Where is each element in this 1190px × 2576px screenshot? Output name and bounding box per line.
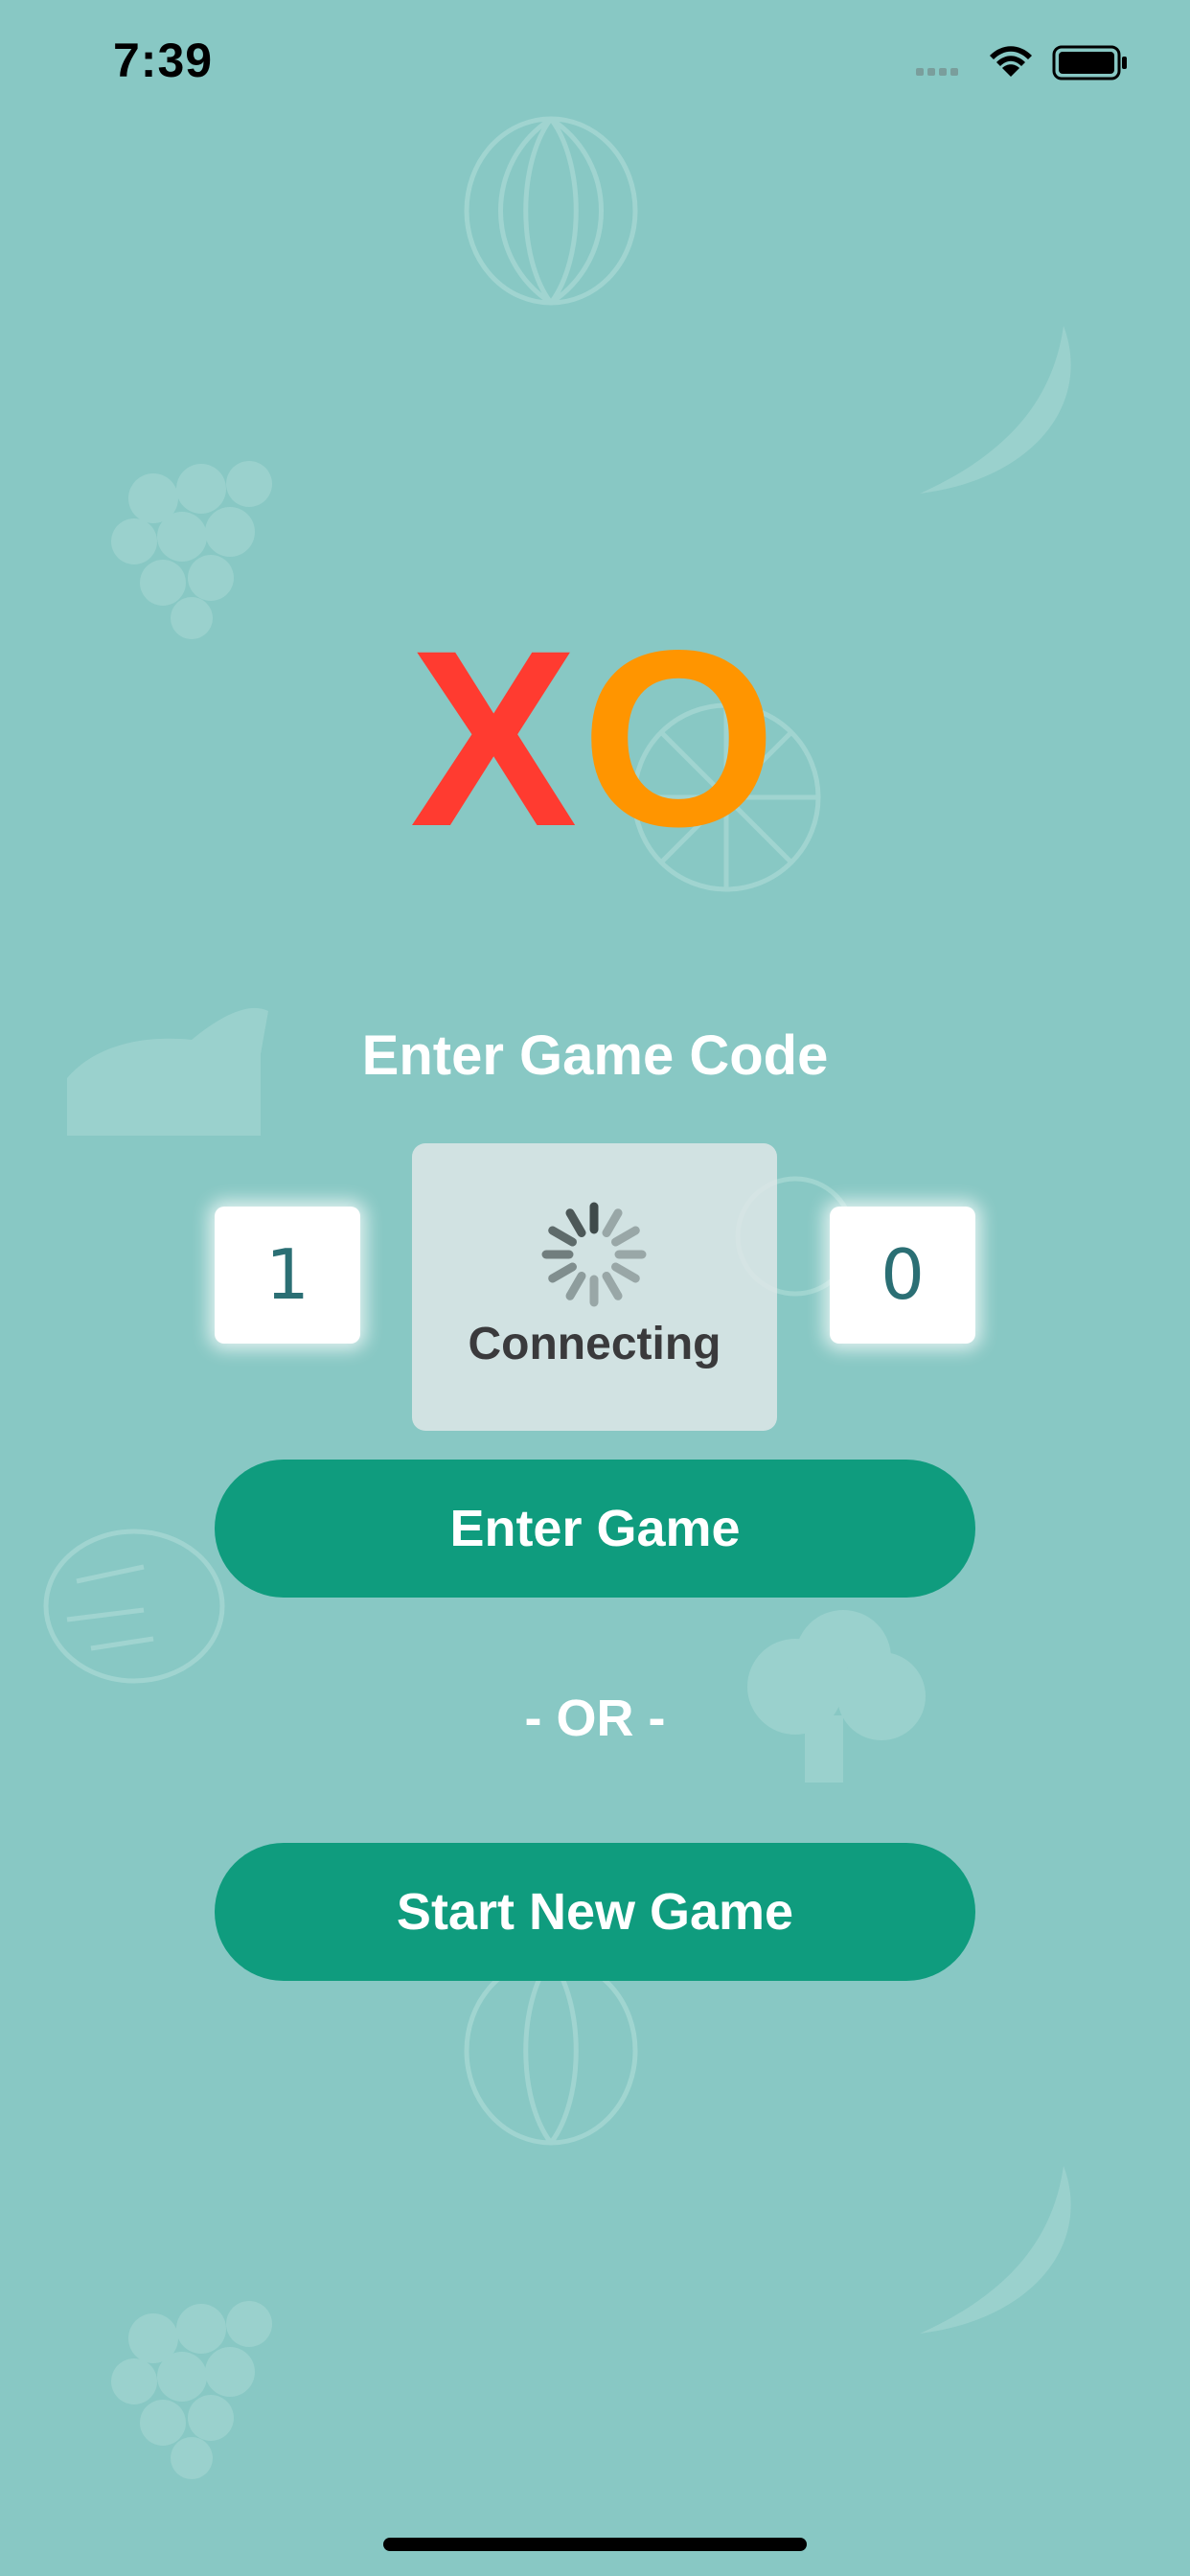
status-time: 7:39: [113, 34, 214, 87]
game-code-digit-1[interactable]: 1: [215, 1207, 360, 1344]
banana-icon: [920, 2166, 1071, 2334]
watermelon-icon: [464, 1956, 638, 2146]
start-new-game-button[interactable]: Start New Game: [215, 1843, 975, 1981]
signal-icon: [916, 68, 958, 76]
spinner-icon: [541, 1202, 647, 1307]
xo-logo: XO: [0, 613, 1190, 864]
connecting-hud: Connecting: [412, 1143, 777, 1431]
enter-game-code-heading: Enter Game Code: [361, 1024, 829, 1087]
enter-game-button[interactable]: Enter Game: [215, 1460, 975, 1598]
melon-slice-icon: [43, 1529, 225, 1684]
status-bar: 7:39: [0, 0, 1190, 134]
or-divider: - OR -: [524, 1690, 666, 1747]
banana-icon: [920, 326, 1071, 494]
game-code-digit-4[interactable]: 0: [830, 1207, 975, 1344]
home-indicator[interactable]: [383, 2538, 807, 2551]
connecting-label: Connecting: [468, 1319, 721, 1369]
wifi-icon: [990, 46, 1032, 77]
logo-x-letter: X: [409, 598, 582, 879]
grapes-icon: [111, 2301, 272, 2479]
status-icons: [916, 45, 1127, 80]
battery-icon: [1052, 45, 1127, 80]
logo-o-letter: O: [581, 598, 781, 879]
watermelon-icon: [464, 116, 638, 306]
